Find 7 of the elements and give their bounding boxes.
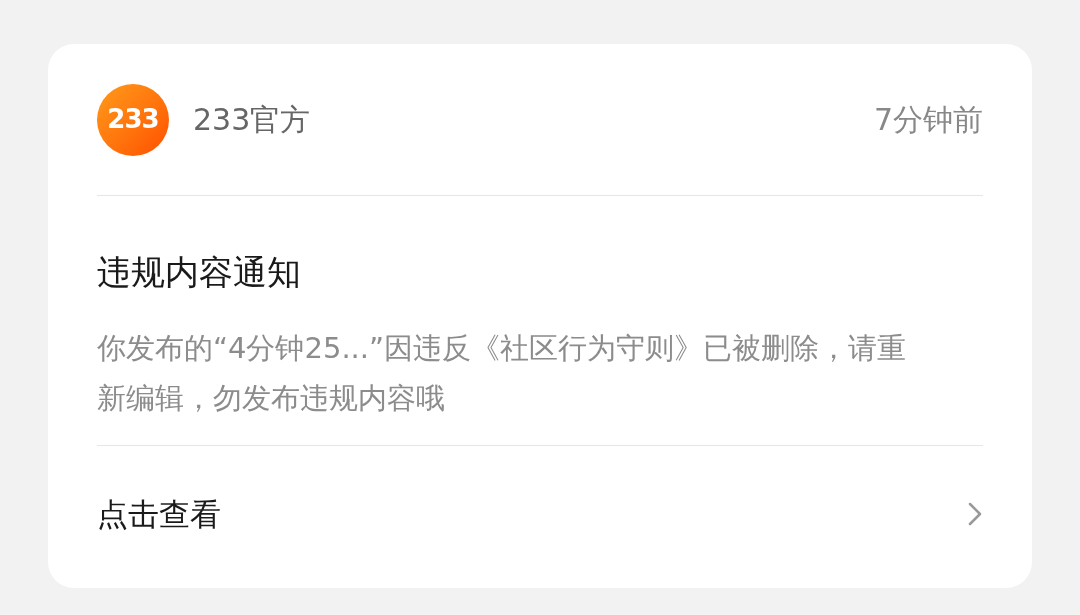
view-link[interactable]: 点击查看 xyxy=(97,446,983,582)
timestamp: 7分钟前 xyxy=(873,101,983,139)
sender-name: 233官方 xyxy=(193,101,311,139)
notification-message: 你发布的“4分钟25...”因违反《社区行为守则》已被删除，请重新编辑，勿发布违规内容哦 xyxy=(97,330,908,417)
notification-title: 违规内容通知 xyxy=(97,251,302,294)
app-logo: 233 xyxy=(97,83,169,156)
chevron-right-icon xyxy=(967,501,983,527)
